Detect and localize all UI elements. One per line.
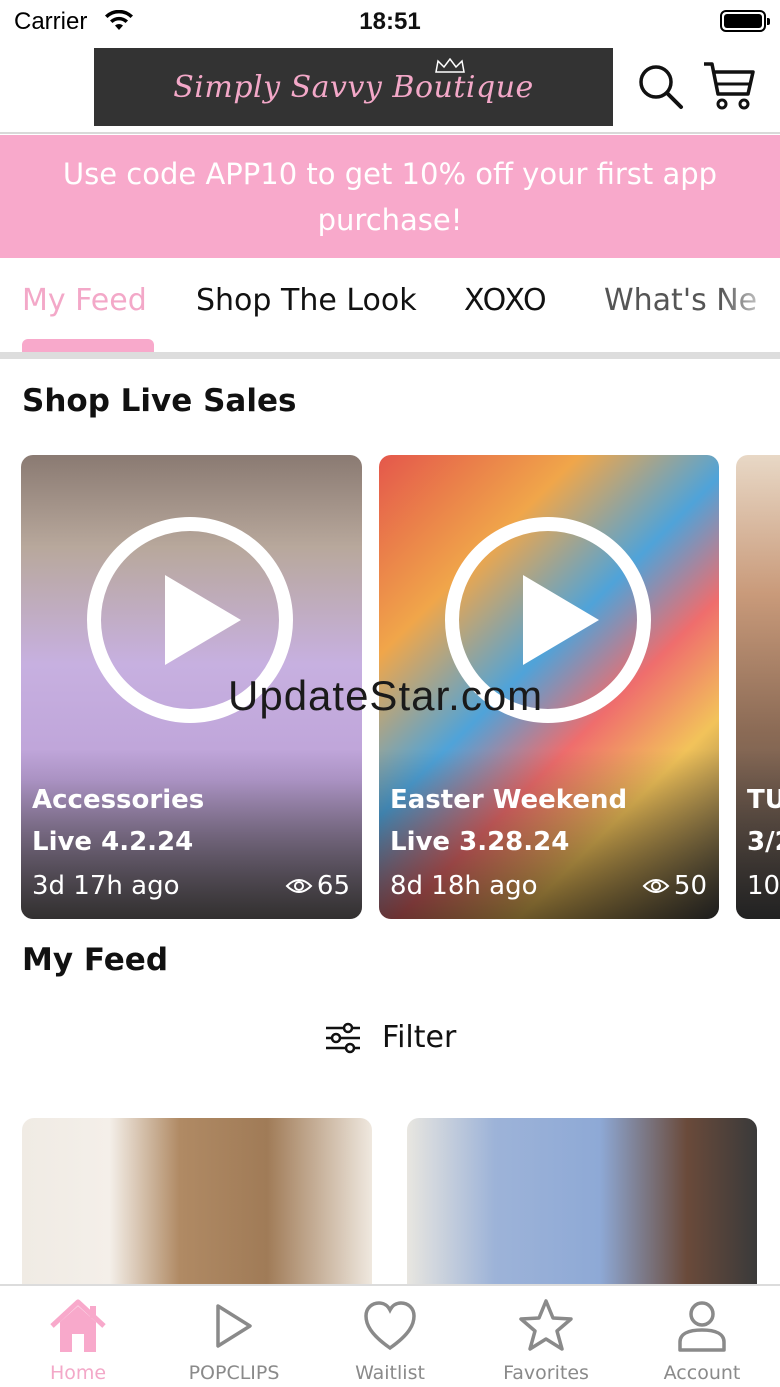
bottom-nav: Home POPCLIPS Waitlist Favorites Account xyxy=(0,1284,780,1387)
card-time-ago: 3d 17h ago xyxy=(32,871,180,901)
crown-icon xyxy=(435,58,465,73)
search-button[interactable] xyxy=(636,62,684,110)
home-icon xyxy=(50,1299,106,1352)
card-date: Live 4.2.24 xyxy=(32,827,194,857)
tab-xoxo[interactable]: XOXO xyxy=(464,283,547,318)
view-count-value: 50 xyxy=(673,871,707,901)
card-date: 3/2 xyxy=(747,827,780,857)
card-date: Live 3.28.24 xyxy=(390,827,570,857)
filter-button[interactable]: Filter xyxy=(324,1020,456,1055)
nav-home[interactable]: Home xyxy=(0,1298,156,1384)
battery-icon xyxy=(720,10,770,32)
feed-product-card[interactable] xyxy=(407,1118,757,1288)
person-icon xyxy=(678,1301,726,1352)
eye-icon xyxy=(285,879,313,893)
view-count: 50 xyxy=(642,871,707,901)
promo-text: Use code APP10 to get 10% off your first… xyxy=(62,156,718,237)
nav-waitlist-label: Waitlist xyxy=(355,1362,425,1384)
nav-account[interactable]: Account xyxy=(624,1298,780,1384)
heart-icon xyxy=(364,1301,416,1351)
view-count-value: 65 xyxy=(316,871,350,901)
play-icon xyxy=(216,1304,252,1348)
nav-waitlist[interactable]: Waitlist xyxy=(312,1298,468,1384)
logo[interactable]: Simply Savvy Boutique xyxy=(94,48,613,126)
tab-fade xyxy=(720,259,780,349)
logo-text: Simply Savvy Boutique xyxy=(173,69,534,105)
card-title: Easter Weekend xyxy=(390,785,628,815)
cart-button[interactable] xyxy=(702,58,756,112)
app-header: Simply Savvy Boutique xyxy=(0,44,780,134)
tab-shop-the-look[interactable]: Shop The Look xyxy=(196,283,417,318)
status-bar: Carrier 18:51 xyxy=(0,0,780,44)
search-icon xyxy=(639,65,683,109)
watermark: UpdateStar.com xyxy=(228,672,544,719)
card-time-ago: 8d 18h ago xyxy=(390,871,538,901)
live-sale-card-partial[interactable]: TU 3/2 10 xyxy=(736,455,780,919)
nav-popclips[interactable]: POPCLIPS xyxy=(156,1298,312,1384)
eye-icon xyxy=(642,879,670,893)
view-count: 65 xyxy=(285,871,350,901)
filter-label: Filter xyxy=(382,1020,457,1055)
feed-product-card[interactable] xyxy=(22,1118,372,1288)
nav-favorites-label: Favorites xyxy=(503,1362,589,1384)
card-title: Accessories xyxy=(32,785,205,815)
feed-title: My Feed xyxy=(22,942,169,978)
active-tab-indicator xyxy=(22,339,154,352)
nav-account-label: Account xyxy=(663,1362,741,1384)
nav-popclips-label: POPCLIPS xyxy=(188,1362,280,1384)
cart-icon xyxy=(704,62,755,110)
filter-icon xyxy=(326,1022,360,1053)
nav-favorites[interactable]: Favorites xyxy=(468,1298,624,1384)
nav-home-label: Home xyxy=(49,1362,107,1384)
category-tabs: My Feed Shop The Look XOXO What's Ne xyxy=(0,259,780,359)
live-sales-title: Shop Live Sales xyxy=(22,383,297,419)
promo-banner[interactable]: Use code APP10 to get 10% off your first… xyxy=(0,135,780,258)
card-time-ago: 10 xyxy=(747,871,780,901)
star-icon xyxy=(519,1299,573,1351)
tab-my-feed[interactable]: My Feed xyxy=(22,283,147,318)
card-title: TU xyxy=(747,785,780,815)
clock: 18:51 xyxy=(359,8,421,35)
